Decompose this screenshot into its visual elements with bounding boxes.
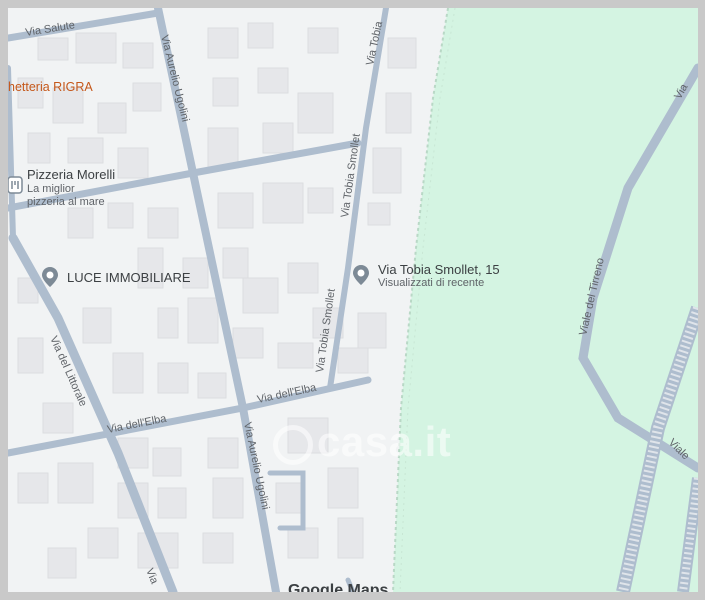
street-label-via-dell-elba-left: Via dell'Elba — [106, 413, 168, 436]
google-maps-attribution: Google Maps — [288, 582, 389, 592]
map-canvas[interactable]: Via Salute Via Aurelio Ugolini Via Tobia… — [8, 8, 698, 592]
poi-pizzeria-morelli-name[interactable]: Pizzeria Morelli — [27, 167, 115, 182]
poi-via-tobia-smollet-name[interactable]: Via Tobia Smollet, 15 — [378, 262, 500, 277]
place-pin-icon[interactable] — [39, 266, 61, 288]
street-label-via-dell-elba-right: Via dell'Elba — [256, 382, 318, 406]
street-label-via-aurelio-ugolini-upper: Via Aurelio Ugolini — [158, 34, 191, 123]
poi-via-tobia-smollet-sub: Visualizzati di recente — [378, 277, 485, 289]
poi-pizzeria-morelli-sub-1: La miglior — [27, 183, 75, 195]
casa-it-watermark: casa.it — [273, 418, 451, 466]
park-area — [393, 8, 698, 592]
street-label-via-bottom: Via — [143, 567, 160, 587]
restaurant-icon[interactable] — [8, 174, 26, 196]
casa-house-icon — [273, 424, 313, 465]
map-frame: Via Salute Via Aurelio Ugolini Via Tobia… — [0, 0, 705, 600]
poi-pizzeria-morelli-sub-2: pizzeria al mare — [27, 196, 105, 208]
map-graphics: Via Salute Via Aurelio Ugolini Via Tobia… — [8, 8, 698, 592]
shop-label[interactable]: hetteria RIGRA — [8, 80, 93, 94]
place-pin-icon[interactable] — [350, 264, 372, 286]
poi-luce-immobiliare-name[interactable]: LUCE IMMOBILIARE — [67, 270, 191, 285]
watermark-text: casa.it — [317, 418, 452, 465]
street-label-via-salute: Via Salute — [25, 19, 76, 39]
